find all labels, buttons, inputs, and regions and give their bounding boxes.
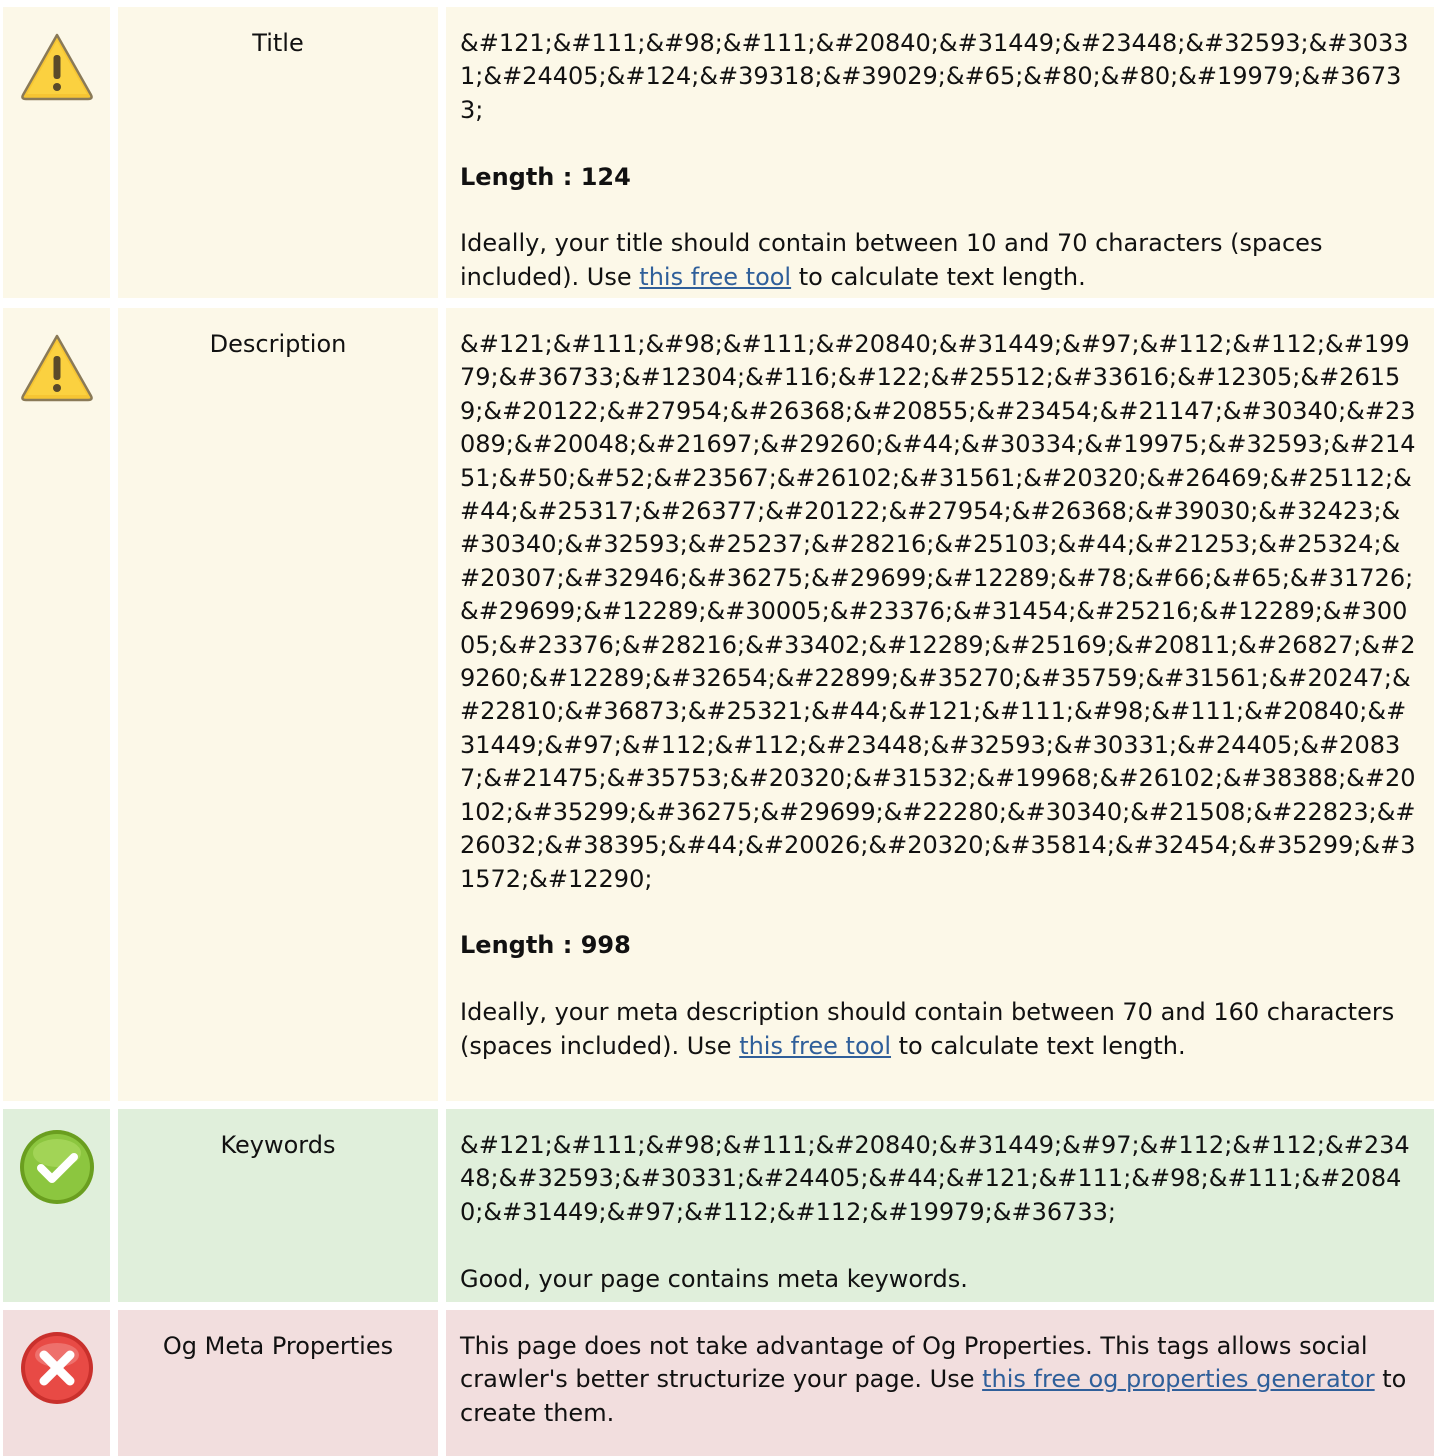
length-text: Length : 998 bbox=[460, 931, 631, 960]
row-label: Keywords bbox=[118, 1109, 438, 1302]
row-content: &#121;&#111;&#98;&#111;&#20840;&#31449;&… bbox=[446, 1109, 1434, 1302]
length-text: Length : 124 bbox=[460, 162, 631, 191]
keywords-value: &#121;&#111;&#98;&#111;&#20840;&#31449;&… bbox=[460, 1131, 1410, 1226]
warning-icon bbox=[17, 25, 97, 105]
row-label: Og Meta Properties bbox=[118, 1310, 438, 1456]
row-label: Description bbox=[118, 308, 438, 1101]
seo-row-title: Title &#121;&#111;&#98;&#111;&#20840;&#3… bbox=[0, 7, 1440, 298]
warning-icon bbox=[17, 326, 97, 406]
seo-row-description: Description &#121;&#111;&#98;&#111;&#208… bbox=[0, 308, 1440, 1101]
free-tool-link[interactable]: this free tool bbox=[739, 1032, 891, 1060]
seo-row-keywords: Keywords &#121;&#111;&#98;&#111;&#20840;… bbox=[0, 1109, 1440, 1302]
advice-text: This page does not take advantage of Og … bbox=[460, 1332, 1407, 1427]
advice-text: Good, your page contains meta keywords. bbox=[460, 1264, 968, 1293]
status-cell bbox=[3, 1109, 110, 1302]
status-cell bbox=[3, 7, 110, 298]
og-generator-link[interactable]: this free og properties generator bbox=[982, 1365, 1375, 1393]
advice-text: Ideally, your title should contain betwe… bbox=[460, 229, 1323, 291]
free-tool-link[interactable]: this free tool bbox=[639, 263, 791, 291]
error-icon bbox=[17, 1328, 97, 1408]
seo-row-og-meta: Og Meta Properties This page does not ta… bbox=[0, 1310, 1440, 1456]
row-content: This page does not take advantage of Og … bbox=[446, 1310, 1434, 1456]
row-label: Title bbox=[118, 7, 438, 298]
title-value: &#121;&#111;&#98;&#111;&#20840;&#31449;&… bbox=[460, 29, 1409, 124]
description-value: &#121;&#111;&#98;&#111;&#20840;&#31449;&… bbox=[460, 330, 1416, 893]
row-content: &#121;&#111;&#98;&#111;&#20840;&#31449;&… bbox=[446, 7, 1434, 298]
row-content: &#121;&#111;&#98;&#111;&#20840;&#31449;&… bbox=[446, 308, 1434, 1101]
check-icon bbox=[17, 1127, 97, 1207]
status-cell bbox=[3, 1310, 110, 1456]
advice-text: Ideally, your meta description should co… bbox=[460, 998, 1395, 1060]
status-cell bbox=[3, 308, 110, 1101]
